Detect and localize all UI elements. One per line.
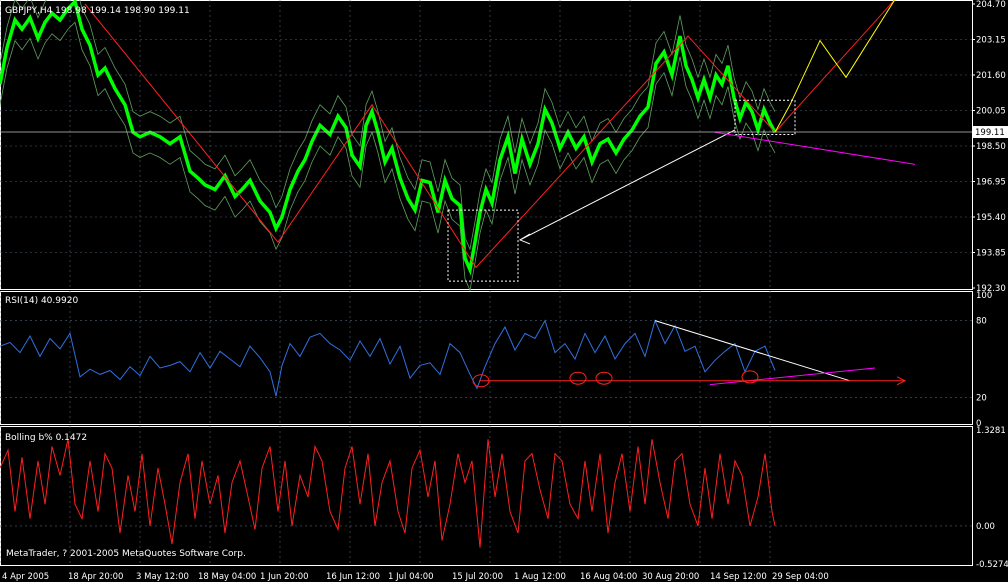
- x-tick-label: 15 Jul 20:00: [452, 572, 503, 582]
- y-tick-label: 198.50: [976, 142, 1006, 152]
- panel-title-1: RSI(14) 40.9920: [5, 296, 78, 306]
- magenta-trendline: [714, 131, 916, 165]
- y-tick-label: 20: [976, 393, 987, 403]
- y-tick-label: 195.40: [976, 213, 1006, 223]
- x-tick-label: 18 May 04:00: [198, 572, 256, 582]
- x-tick-label: 14 Sep 12:00: [710, 572, 767, 582]
- y-tick-label: 193.85: [976, 249, 1006, 259]
- rsi-circle-marker: [595, 371, 613, 385]
- grid: [0, 0, 972, 566]
- y-tick-label: 200.05: [976, 107, 1006, 117]
- y-tick-label: 196.95: [976, 178, 1006, 188]
- x-tick-label: 29 Sep 04:00: [772, 572, 829, 582]
- y-tick-label: 201.60: [976, 71, 1006, 81]
- x-tick-label: 1 Jul 04:00: [388, 572, 434, 582]
- bollinger-b-line: [0, 439, 776, 548]
- panel-frame-0: [0, 0, 973, 290]
- x-tick-label: 18 Apr 20:00: [68, 572, 123, 582]
- x-tick-label: 3 May 12:00: [136, 572, 189, 582]
- chart-canvas[interactable]: 204.70 203.15 201.60 200.05 198.50 196.95 195.…: [0, 0, 1008, 582]
- rsi-circle-marker: [569, 371, 587, 385]
- x-tick-label: 16 Aug 04:00: [580, 572, 637, 582]
- upper-band-line: [0, 0, 776, 251]
- y-tick-label: 1.3281: [976, 426, 1006, 436]
- x-tick-label: 30 Aug 20:00: [642, 572, 699, 582]
- y-tick-label: 204.70: [976, 0, 1006, 10]
- x-tick-label: 1 Jun 20:00: [260, 572, 309, 582]
- panel-frame-1: [0, 291, 973, 425]
- copyright-text: MetaTrader, ? 2001-2005 MetaQuotes Softw…: [6, 549, 246, 559]
- y-tick-label: -0.5274: [976, 560, 1008, 570]
- y-tick-label: 203.15: [976, 36, 1006, 46]
- y-tick-label: 80: [976, 317, 987, 327]
- x-tick-label: 4 Apr 2005: [2, 572, 49, 582]
- current-price-label: 199.11: [975, 128, 1005, 138]
- x-tick-label: 1 Aug 12:00: [514, 572, 566, 582]
- rsi-support-line: [709, 367, 876, 386]
- x-tick-label: 16 Jun 12:00: [326, 572, 380, 582]
- panel-title-2: Bolling b% 0.1472: [5, 433, 87, 443]
- y-tick-label: 0.00: [976, 522, 995, 532]
- rsi-line: [0, 319, 776, 397]
- panel-title-0: GBPJPY,H4 198.98 199.14 198.90 199.11: [5, 6, 190, 16]
- y-tick-label: 100: [976, 291, 992, 301]
